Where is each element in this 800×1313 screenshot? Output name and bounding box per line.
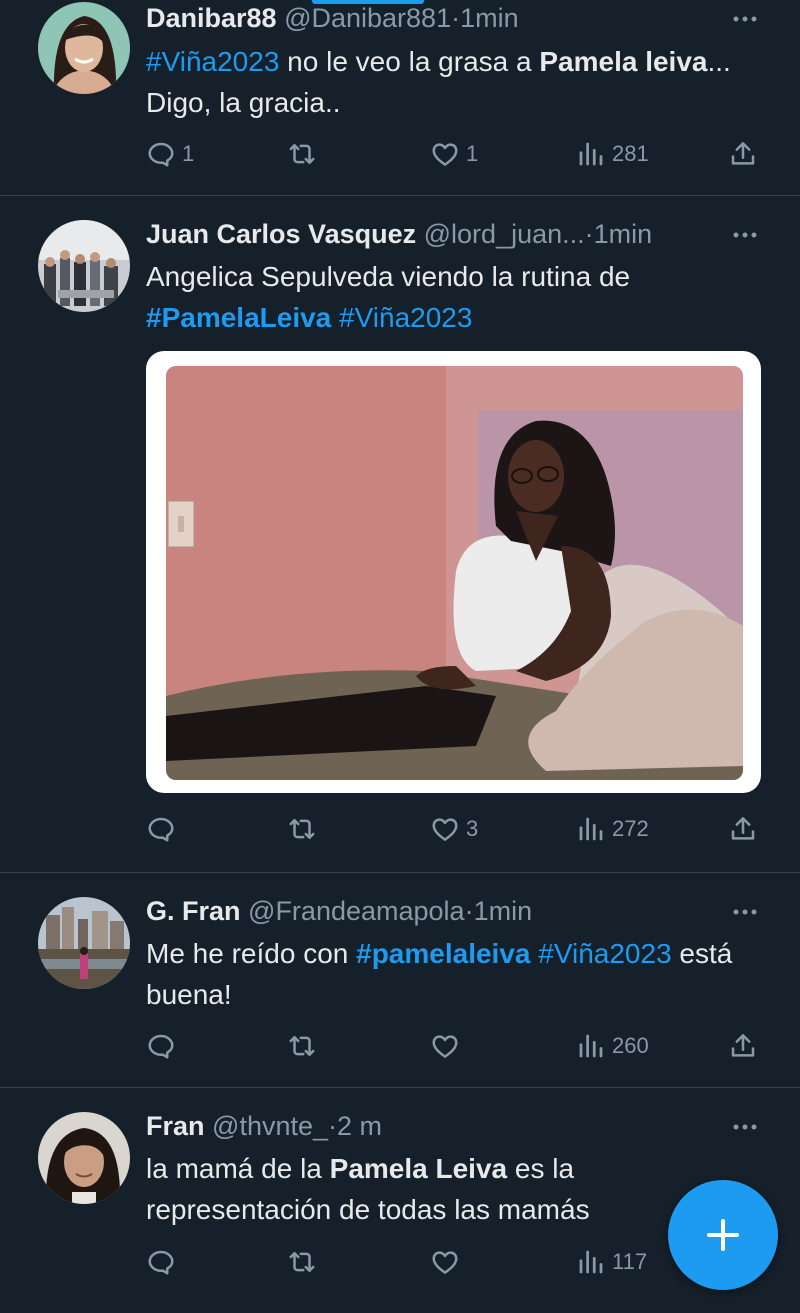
- more-icon[interactable]: [730, 4, 760, 34]
- separator-dot: ·: [328, 1111, 338, 1141]
- tweet[interactable]: Danibar88 @Danibar881·1min #Viña2023 no …: [0, 0, 800, 196]
- text-segment: [331, 302, 339, 333]
- hashtag[interactable]: #PamelaLeiva: [146, 302, 331, 333]
- avatar[interactable]: [38, 220, 130, 312]
- text-segment: Me he reído con: [146, 938, 357, 969]
- tweet-header: G. Fran @Frandeamapola·1min: [146, 895, 730, 927]
- bold-text: Pamela leiva: [539, 46, 708, 77]
- tweet-text: Angelica Sepulveda viendo la rutina de #…: [146, 256, 760, 338]
- views-count: 260: [612, 1033, 649, 1058]
- views-icon: [579, 1250, 603, 1274]
- compose-button[interactable]: [668, 1180, 778, 1290]
- retweet-icon: [289, 819, 315, 839]
- action-bar: 1 1 281: [146, 134, 766, 174]
- share-icon: [731, 817, 755, 840]
- more-icon[interactable]: [730, 220, 760, 250]
- like-button[interactable]: [430, 1242, 466, 1282]
- views-icon: [579, 1034, 603, 1058]
- like-button[interactable]: [430, 1026, 466, 1066]
- timestamp[interactable]: 1min: [594, 219, 653, 249]
- tweet-text: #Viña2023 no le veo la grasa a Pamela le…: [146, 41, 760, 123]
- views-button[interactable]: 281: [576, 134, 649, 174]
- share-button[interactable]: [728, 134, 758, 174]
- reply-icon: [148, 142, 174, 167]
- retweet-button[interactable]: [287, 809, 317, 849]
- retweet-icon: [289, 1036, 315, 1056]
- hashtag[interactable]: #pamelaleiva: [356, 938, 530, 969]
- like-icon: [432, 1251, 458, 1274]
- reply-icon: [148, 817, 174, 842]
- avatar[interactable]: [38, 1112, 130, 1204]
- separator-dot: ·: [464, 896, 474, 926]
- tweet-header: Danibar88 @Danibar881·1min: [146, 2, 730, 34]
- hashtag[interactable]: #Viña2023: [146, 46, 279, 77]
- reply-button[interactable]: [146, 1242, 182, 1282]
- reply-icon: [148, 1250, 174, 1275]
- views-count: 281: [612, 141, 649, 166]
- timestamp[interactable]: 1min: [460, 3, 519, 33]
- retweet-button[interactable]: [287, 1242, 317, 1282]
- views-button[interactable]: 117: [576, 1242, 647, 1282]
- share-icon: [731, 142, 755, 165]
- views-count: 117: [612, 1249, 648, 1274]
- tweet-text: Me he reído con #pamelaleiva #Viña2023 e…: [146, 933, 760, 1015]
- like-icon: [432, 143, 458, 166]
- separator-dot: ·: [451, 3, 461, 33]
- like-count: 1: [466, 141, 479, 166]
- avatar[interactable]: [38, 2, 130, 94]
- retweet-button[interactable]: [287, 1026, 317, 1066]
- more-icon[interactable]: [730, 1112, 760, 1142]
- tweet-header: Juan Carlos Vasquez @lord_juan...·1min: [146, 218, 730, 250]
- author-handle[interactable]: @thvnte_: [212, 1111, 328, 1141]
- timestamp[interactable]: 1min: [474, 896, 533, 926]
- views-icon: [579, 142, 603, 166]
- views-button[interactable]: 260: [576, 1026, 649, 1066]
- author-name[interactable]: Fran: [146, 1111, 205, 1141]
- text-segment: Angelica Sepulveda viendo la rutina de: [146, 261, 631, 292]
- separator-dot: ·: [584, 219, 594, 249]
- text-segment: no le veo la grasa a: [279, 46, 540, 77]
- author-handle[interactable]: @Danibar881: [284, 3, 451, 33]
- retweet-icon: [289, 1252, 315, 1272]
- reply-button[interactable]: 1: [146, 134, 194, 174]
- views-button[interactable]: 272: [576, 809, 649, 849]
- reply-count: 1: [182, 141, 195, 166]
- tweet-header: Fran @thvnte_·2 m: [146, 1110, 730, 1142]
- avatar[interactable]: [38, 897, 130, 989]
- like-icon: [432, 818, 458, 841]
- text-segment: la mamá de la: [146, 1153, 330, 1184]
- retweet-button[interactable]: [287, 134, 317, 174]
- like-count: 3: [466, 816, 479, 841]
- reply-icon: [148, 1034, 174, 1059]
- action-bar: 3 272: [146, 809, 766, 849]
- author-handle[interactable]: @lord_juan...: [424, 219, 585, 249]
- hashtag[interactable]: #Viña2023: [538, 938, 671, 969]
- share-button[interactable]: [728, 809, 758, 849]
- tweet[interactable]: Juan Carlos Vasquez @lord_juan...·1min A…: [0, 196, 800, 873]
- more-icon[interactable]: [730, 897, 760, 927]
- reply-button[interactable]: [146, 809, 182, 849]
- action-bar: 260: [146, 1026, 766, 1066]
- views-count: 272: [612, 816, 649, 841]
- share-icon: [731, 1034, 755, 1057]
- hashtag[interactable]: #Viña2023: [339, 302, 472, 333]
- like-icon: [432, 1035, 458, 1058]
- bold-text: Pamela Leiva: [329, 1153, 508, 1184]
- compose-plus-icon: [707, 1219, 739, 1251]
- reply-button[interactable]: [146, 1026, 182, 1066]
- like-button[interactable]: 3: [430, 809, 478, 849]
- tweet-media-image[interactable]: [146, 351, 761, 793]
- tweet-text: la mamá de la Pamela Leiva es la represe…: [146, 1148, 680, 1230]
- photo: [166, 366, 743, 780]
- share-button[interactable]: [728, 1026, 758, 1066]
- author-name[interactable]: Juan Carlos Vasquez: [146, 219, 416, 249]
- views-icon: [579, 817, 603, 841]
- retweet-icon: [289, 144, 315, 164]
- like-button[interactable]: 1: [430, 134, 478, 174]
- timestamp[interactable]: 2 m: [337, 1111, 382, 1141]
- author-name[interactable]: G. Fran: [146, 896, 241, 926]
- tweet[interactable]: G. Fran @Frandeamapola·1min Me he reído …: [0, 873, 800, 1088]
- author-handle[interactable]: @Frandeamapola: [248, 896, 465, 926]
- author-name[interactable]: Danibar88: [146, 3, 277, 33]
